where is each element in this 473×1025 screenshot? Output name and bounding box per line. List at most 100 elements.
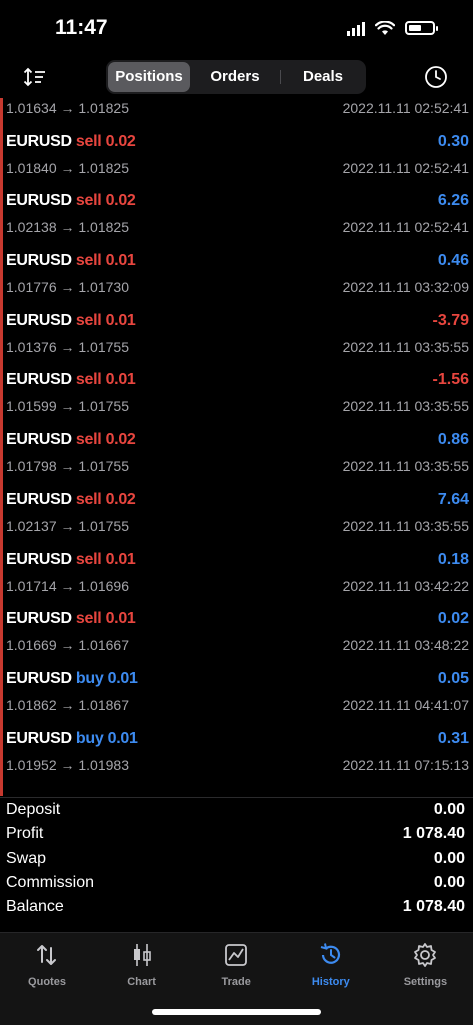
deal-volume: 0.01 <box>105 550 136 568</box>
deal-row[interactable]: EURUSD sell 0.02 1.02137 → 1.01755 7.64 202… <box>3 483 473 543</box>
deal-volume: 0.01 <box>107 669 138 687</box>
tab-orders[interactable]: Orders <box>190 62 280 92</box>
deal-type: buy <box>75 729 104 747</box>
deal-type: sell <box>75 550 102 568</box>
deal-type: sell <box>75 311 102 329</box>
deal-symbol-name: EURUSD <box>6 490 72 508</box>
deal-prices: 1.02137 → 1.01755 <box>6 517 129 534</box>
deal-symbol-name: EURUSD <box>6 252 72 270</box>
sort-icon[interactable] <box>20 62 50 92</box>
tab-positions[interactable]: Positions <box>108 62 190 92</box>
tab-quotes[interactable]: Quotes <box>0 939 94 999</box>
deal-row[interactable]: EURUSD sell 0.02 1.01840 → 1.01825 0.30 202… <box>3 125 473 185</box>
summary-value: 0.00 <box>433 849 465 867</box>
deal-volume: 0.01 <box>105 252 136 270</box>
deal-row[interactable]: EURUSD sell 0.011.01634 → 1.01825-1.7120… <box>3 98 473 125</box>
deal-symbol-name: EURUSD <box>6 371 72 389</box>
deal-type: sell <box>75 431 102 449</box>
summary-label: Balance <box>6 898 64 916</box>
deal-time: 2022.11.11 03:48:22 <box>342 637 469 654</box>
summary-value: 1 078.40 <box>402 898 465 916</box>
deal-type: sell <box>75 371 102 389</box>
deal-row[interactable]: EURUSD buy 0.01 1.01862 → 1.01867 0.05 2022… <box>3 662 473 722</box>
deal-volume: 0.01 <box>107 729 138 747</box>
summary-panel: Deposit 0.00 Profit 1 078.40 Swap 0.00 Commiss… <box>0 797 473 919</box>
deal-prices: 1.01862 → 1.01867 <box>6 696 129 713</box>
deal-prices: 1.01376 → 1.01755 <box>6 338 129 355</box>
deal-time: 2022.11.11 03:35:55 <box>342 458 469 475</box>
deal-symbol-name: EURUSD <box>6 669 72 687</box>
summary-row-commission: Commission 0.00 <box>0 871 473 895</box>
deal-row[interactable]: EURUSD buy 0.01 1.01952 → 1.01983 0.31 2022… <box>3 722 473 782</box>
deal-symbol: EURUSD sell 0.01 <box>6 312 136 330</box>
deal-volume: 0.01 <box>105 371 136 389</box>
deal-type: sell <box>75 610 102 628</box>
clock-icon[interactable] <box>421 62 451 92</box>
deal-symbol: EURUSD sell 0.01 <box>6 252 136 270</box>
summary-label: Commission <box>6 873 95 891</box>
deal-volume: 0.02 <box>105 132 136 150</box>
deal-row[interactable]: EURUSD sell 0.01 1.01776 → 1.01730 0.46 202… <box>3 244 473 304</box>
deal-prices: 1.01669 → 1.01667 <box>6 637 129 654</box>
summary-row-deposit: Deposit 0.00 <box>0 798 473 822</box>
deal-profit: 0.46 <box>437 252 469 270</box>
tab-settings[interactable]: Settings <box>378 939 472 999</box>
tab-label: Chart <box>127 976 156 988</box>
deal-prices: 1.01840 → 1.01825 <box>6 159 129 176</box>
deals-list-content: EURUSD sell 0.011.01634 → 1.01825-1.7120… <box>3 98 473 781</box>
deal-prices: 1.01634 → 1.01825 <box>6 100 129 116</box>
deal-profit: 0.30 <box>437 132 469 150</box>
deal-symbol: EURUSD sell 0.02 <box>6 133 136 151</box>
summary-label: Deposit <box>6 801 61 818</box>
deal-profit: -3.79 <box>432 311 469 329</box>
tab-label: Trade <box>221 976 251 988</box>
deal-symbol: EURUSD sell 0.01 <box>6 371 136 389</box>
deal-profit: 7.64 <box>437 490 469 508</box>
deal-symbol-name: EURUSD <box>6 610 72 628</box>
deal-row[interactable]: EURUSD sell 0.02 1.01798 → 1.01755 0.86 202… <box>3 423 473 483</box>
quotes-icon <box>37 945 56 965</box>
status-icons <box>347 18 438 38</box>
deal-symbol-name: EURUSD <box>6 431 72 449</box>
tab-deals[interactable]: Deals <box>280 62 366 92</box>
cellular-signal-icon <box>347 20 365 36</box>
deal-row[interactable]: EURUSD sell 0.01 1.01376 → 1.01755 -3.79 20… <box>3 304 473 364</box>
tab-history[interactable]: History <box>284 939 378 999</box>
tab-chart[interactable]: Chart <box>95 939 189 999</box>
deal-profit: 6.26 <box>437 192 469 210</box>
deals-list[interactable]: EURUSD sell 0.011.01634 → 1.01825-1.7120… <box>0 98 473 796</box>
deal-time: 2022.11.11 04:41:07 <box>342 696 469 713</box>
segmented-control: Positions Orders Deals <box>106 60 366 94</box>
deal-prices: 1.01599 → 1.01755 <box>6 398 129 415</box>
deal-symbol-name: EURUSD <box>6 550 72 568</box>
deal-volume: 0.01 <box>105 610 136 628</box>
status-time: 11:47 <box>55 16 108 39</box>
home-indicator <box>152 1009 321 1015</box>
deal-row[interactable]: EURUSD sell 0.02 1.02138 → 1.01825 6.26 202… <box>3 184 473 244</box>
tab-label: History <box>311 976 350 988</box>
deal-prices: 1.01952 → 1.01983 <box>6 756 129 773</box>
header: Positions Orders Deals <box>0 56 473 98</box>
tab-label: Quotes <box>28 976 66 988</box>
deal-row[interactable]: EURUSD sell 0.01 1.01599 → 1.01755 -1.56 20… <box>3 363 473 423</box>
status-bar: 11:47 <box>0 0 473 56</box>
deal-profit: 0.02 <box>437 610 469 628</box>
deal-row[interactable]: EURUSD sell 0.01 1.01714 → 1.01696 0.18 202… <box>3 543 473 603</box>
deal-volume: 0.02 <box>105 431 136 449</box>
summary-row-balance: Balance 1 078.40 <box>0 895 473 919</box>
deal-time: 2022.11.11 03:35:55 <box>342 338 469 355</box>
deal-profit: 0.31 <box>437 729 469 747</box>
tab-label: Settings <box>403 976 448 988</box>
deal-symbol: EURUSD sell 0.02 <box>6 192 136 210</box>
history-icon <box>320 943 340 964</box>
deal-time: 2022.11.11 02:52:41 <box>342 159 469 176</box>
deal-symbol: EURUSD sell 0.02 <box>6 431 136 449</box>
deal-row[interactable]: EURUSD sell 0.01 1.01669 → 1.01667 0.02 202… <box>3 602 473 662</box>
summary-row-swap: Swap 0.00 <box>0 847 473 871</box>
tab-trade[interactable]: Trade <box>189 939 283 999</box>
deal-time: 2022.11.11 02:52:41 <box>342 100 469 116</box>
deal-symbol-name: EURUSD <box>6 192 72 210</box>
summary-value: 1 078.40 <box>402 825 465 843</box>
deal-time: 2022.11.11 03:42:22 <box>342 577 469 594</box>
summary-row-profit: Profit 1 078.40 <box>0 822 473 846</box>
